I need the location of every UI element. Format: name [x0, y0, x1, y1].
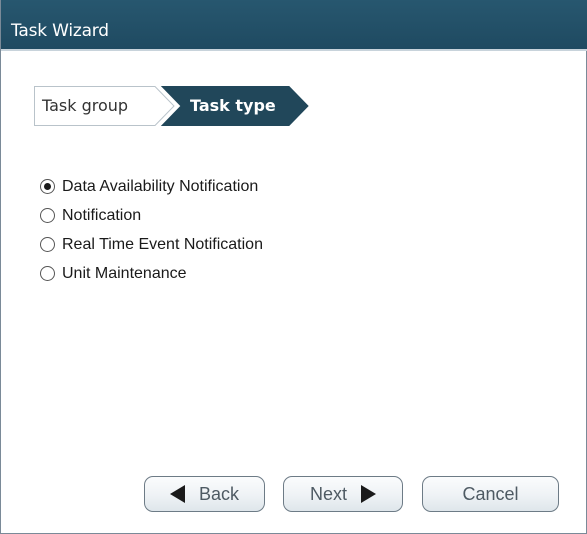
radio-label[interactable]: Real Time Event Notification — [62, 236, 263, 254]
cancel-button[interactable]: Cancel — [422, 476, 559, 512]
next-button[interactable]: Next — [283, 476, 403, 512]
radio-option-real-time-event-notification[interactable]: Real Time Event Notification — [40, 230, 263, 259]
task-wizard-window: Task Wizard Task group Task type Data Av… — [0, 0, 587, 534]
title-bar: Task Wizard — [1, 0, 587, 51]
radio-label[interactable]: Data Availability Notification — [62, 178, 258, 196]
arrow-left-icon — [169, 485, 185, 503]
radio-label[interactable]: Notification — [62, 207, 141, 225]
radio-button[interactable] — [40, 266, 55, 281]
window-title: Task Wizard — [11, 21, 109, 41]
radio-option-unit-maintenance[interactable]: Unit Maintenance — [40, 259, 263, 288]
radio-option-notification[interactable]: Notification — [40, 201, 263, 230]
radio-button-checked[interactable] — [40, 179, 55, 194]
next-button-label: Next — [309, 483, 347, 504]
radio-button[interactable] — [40, 237, 55, 252]
cancel-button-label: Cancel — [462, 483, 519, 504]
radio-option-data-availability-notification[interactable]: Data Availability Notification — [40, 172, 263, 201]
task-type-radio-group: Data Availability Notification Notificat… — [40, 172, 263, 288]
step-task-group[interactable]: Task group — [42, 96, 128, 115]
step-task-type[interactable]: Task type — [190, 96, 276, 115]
radio-label[interactable]: Unit Maintenance — [62, 265, 187, 283]
back-button-label: Back — [198, 483, 240, 504]
back-button[interactable]: Back — [144, 476, 265, 512]
arrow-right-icon — [361, 485, 376, 503]
radio-button[interactable] — [40, 208, 55, 223]
